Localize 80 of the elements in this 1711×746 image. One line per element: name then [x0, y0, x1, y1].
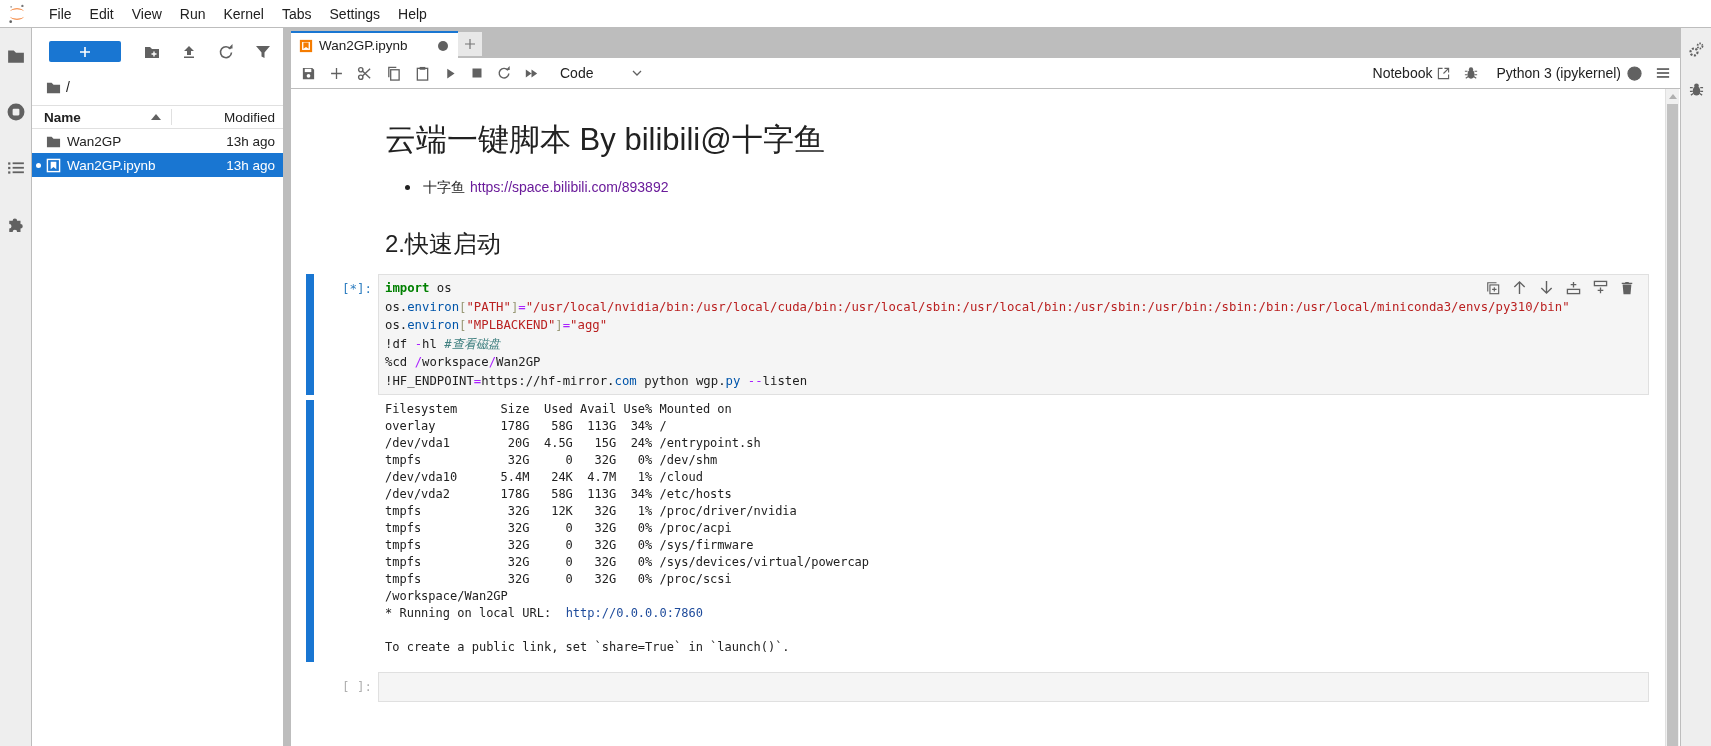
code-line: !HF_ENDPOINT=https://hf-mirror.com python wgp.py --listen: [385, 372, 808, 390]
output-text: tmpfs 32G 0 32G 0% /dev/shm: [385, 453, 718, 467]
menu-item[interactable]: View: [122, 5, 171, 22]
folder-icon[interactable]: [6, 47, 25, 65]
code-line: import os: [385, 280, 452, 297]
stop-circle-icon[interactable]: [6, 103, 25, 121]
browser-entry[interactable]: Wan2GP 13h ago: [32, 129, 283, 153]
refresh-icon[interactable]: [218, 43, 234, 60]
execution-prompt: [ ]:: [341, 679, 372, 694]
list-text: 十字鱼: [423, 178, 465, 197]
output-text: /workspace/Wan2GP: [385, 589, 508, 603]
code-line: %cd /workspace/Wan2GP: [385, 354, 541, 371]
output-text: /dev/vda10 5.4M 24K 4.7M 1% /cloud: [385, 470, 703, 484]
breadcrumb[interactable]: /: [66, 79, 70, 95]
notebook-heading: 云端一键脚本 By bilibili@十字鱼: [385, 121, 826, 159]
play-icon[interactable]: [444, 66, 457, 80]
save-icon[interactable]: [301, 65, 316, 81]
plus-icon: [464, 38, 476, 50]
code-input[interactable]: [378, 274, 1649, 395]
menu-item[interactable]: Help: [389, 5, 436, 22]
menu-item[interactable]: Edit: [80, 5, 123, 22]
output-link[interactable]: http://0.0.0.0:7860: [565, 606, 703, 620]
profile-link[interactable]: https://space.bilibili.com/893892: [470, 177, 669, 197]
code-line: !df -hl #查看磁盘: [385, 335, 500, 353]
column-header[interactable]: Name: [32, 109, 172, 125]
output-text: tmpfs 32G 0 32G 0% /proc/scsi: [385, 572, 732, 586]
arrow-up-icon[interactable]: [1512, 280, 1527, 295]
output-text: /dev/vda1 20G 4.5G 15G 24% /entrypoint.sh: [385, 436, 761, 450]
notebook-icon: [299, 38, 313, 53]
output-text: /dev/vda2 178G 58G 113G 34% /etc/hosts: [385, 487, 732, 501]
menu-item[interactable]: Run: [170, 5, 215, 22]
active-cell-bar[interactable]: [306, 274, 314, 395]
scissors-icon[interactable]: [357, 65, 372, 81]
output-text: overlay 178G 58G 113G 34% /: [385, 419, 667, 433]
section-heading: 2.快速启动: [385, 229, 502, 259]
scrollbar[interactable]: [1665, 89, 1679, 746]
delete-icon[interactable]: [1620, 280, 1634, 295]
output-text: To create a public link, set `share=True` in `launch()`.: [385, 640, 790, 654]
arrow-down-icon[interactable]: [1539, 280, 1554, 295]
restart-icon[interactable]: [497, 66, 511, 80]
plus-icon: [79, 45, 91, 58]
cell-type-dropdown[interactable]: Code: [560, 65, 642, 81]
output-text: tmpfs 32G 0 32G 0% /proc/acpi: [385, 521, 732, 535]
execution-prompt: [*]:: [341, 281, 372, 296]
menu-item[interactable]: Tabs: [272, 5, 321, 22]
output-text: * Running on local URL:: [385, 606, 553, 620]
bug-icon[interactable]: [1464, 66, 1479, 80]
bug-icon[interactable]: [1688, 82, 1704, 97]
bullet-icon: [405, 184, 410, 190]
code-line: os.environ["MPLBACKEND"]="agg": [385, 317, 608, 334]
kernel-name[interactable]: Python 3 (ipykernel): [1496, 65, 1621, 81]
menu-icon[interactable]: [1656, 66, 1670, 80]
menu-item[interactable]: File: [40, 5, 81, 22]
notebook-icon: [46, 157, 61, 173]
stop-icon[interactable]: [471, 67, 483, 79]
output-text: tmpfs 32G 0 32G 0% /sys/firmware: [385, 538, 754, 552]
column-header[interactable]: Modified: [172, 109, 283, 125]
chevron-down-icon: [632, 70, 642, 76]
duplicate-icon[interactable]: [1486, 280, 1500, 295]
menu-item[interactable]: Kernel: [214, 5, 273, 22]
app-logo-icon: [8, 3, 26, 24]
insert-below-icon[interactable]: [1593, 280, 1608, 295]
code-input[interactable]: [378, 672, 1649, 702]
open-notebook-link[interactable]: Notebook: [1372, 65, 1451, 81]
new-launcher-button[interactable]: [49, 41, 121, 62]
plus-icon[interactable]: [330, 66, 343, 80]
output-text: tmpfs 32G 12K 32G 1% /proc/driver/nvidia: [385, 504, 797, 518]
menu-item[interactable]: Settings: [320, 5, 390, 22]
output-text: Filesystem Size Used Avail Use% Mounted on: [385, 402, 732, 416]
output-text: tmpfs 32G 0 32G 0% /sys/devices/virtual/powercap: [385, 555, 870, 569]
external-link-icon: [1437, 66, 1451, 80]
filter-icon[interactable]: [255, 43, 271, 60]
copy-icon[interactable]: [386, 65, 401, 81]
code-line: os.environ["PATH"]="/usr/local/nvidia/bin:/usr/local/cuda/bin:/usr/local/sbin:/usr/local/bin:/usr/sbin:/usr/bin:/sbin:/bin:/usr/local/miniconda3/envs/py310/bin": [385, 298, 1570, 316]
notebook-tab[interactable]: Wan2GP.ipynb: [291, 31, 458, 58]
browser-entry[interactable]: Wan2GP.ipynb 13h ago: [32, 153, 283, 177]
list-icon[interactable]: [6, 159, 25, 177]
clipboard-icon[interactable]: [415, 65, 430, 81]
upload-icon[interactable]: [181, 43, 197, 60]
insert-above-icon[interactable]: [1566, 280, 1581, 295]
